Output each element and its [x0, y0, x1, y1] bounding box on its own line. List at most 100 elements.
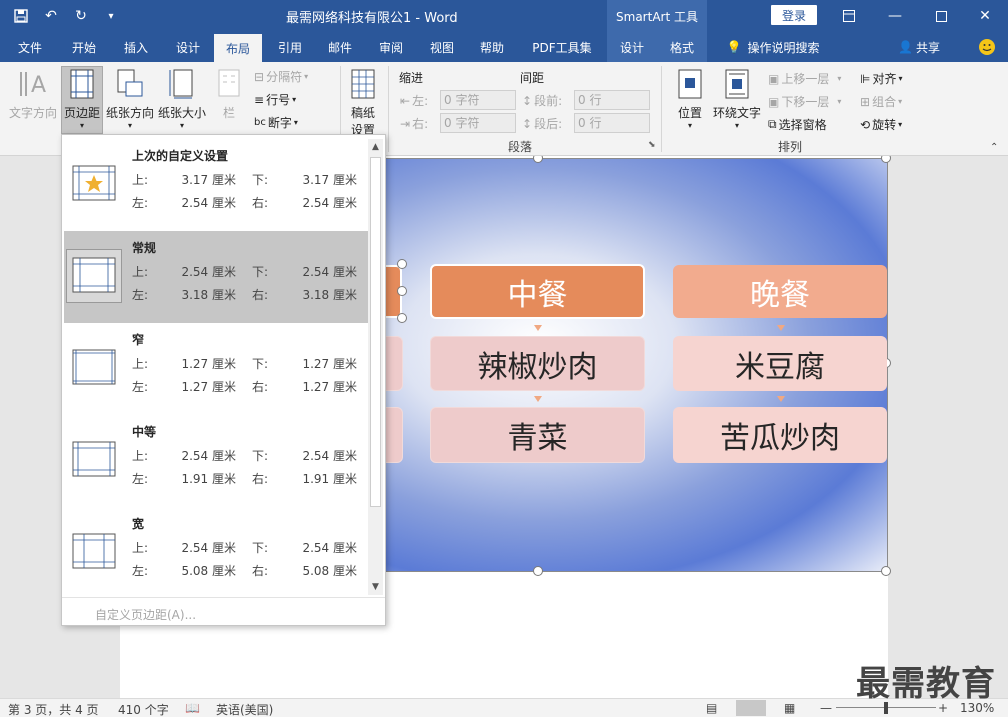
send-backward-button[interactable]: ▣ 下移一层 ▾ [768, 93, 841, 110]
tell-me-search[interactable]: 💡 操作说明搜索 [718, 32, 828, 62]
tab-view[interactable]: 视图 [418, 32, 466, 62]
group-separator [661, 66, 662, 152]
spacing-after-input[interactable]: 0 行 [574, 113, 650, 133]
collapse-ribbon-icon[interactable]: ⌃ [990, 142, 998, 153]
print-layout-icon[interactable] [736, 700, 766, 716]
indent-right-input[interactable]: 0 字符 [440, 113, 516, 133]
scroll-down-icon[interactable]: ▼ [370, 581, 381, 593]
page-count[interactable]: 第 3 页，共 4 页 [8, 701, 99, 717]
text-direction-button[interactable]: A 文字方向 [6, 68, 60, 121]
resize-handle[interactable] [881, 566, 891, 576]
read-mode-icon[interactable]: ▤ [706, 701, 717, 715]
spacing-before-input[interactable]: 0 行 [574, 90, 650, 110]
tab-smartart-format[interactable]: 格式 [660, 32, 704, 62]
share-button[interactable]: 👤 共享 [894, 32, 944, 62]
position-button[interactable]: 位置 ▾ [672, 68, 708, 130]
spacing-after-icon: ↕ [522, 116, 533, 131]
dinner-header-box[interactable]: 晚餐 [673, 265, 887, 318]
chevron-down-icon: ▾ [734, 121, 739, 130]
line-numbers-button[interactable]: ≡ 行号 ▾ [254, 91, 296, 108]
margin-option-moderate[interactable]: 中等 上: 2.54 厘米 下: 2.54 厘米 左: 1.91 厘米 右: 1… [64, 415, 369, 507]
margins-button[interactable]: 页边距 ▾ [61, 68, 103, 130]
down-arrow-icon [534, 325, 542, 331]
breaks-button[interactable]: ⊟ 分隔符 ▾ [254, 68, 308, 85]
size-button[interactable]: 纸张大小 ▾ [156, 68, 208, 130]
indent-right-icon: ⇥ [400, 116, 411, 131]
wrap-text-label: 环绕文字 [712, 106, 761, 120]
maximize-icon[interactable] [918, 0, 964, 32]
tab-insert[interactable]: 插入 [112, 32, 160, 62]
resize-handle[interactable] [533, 566, 543, 576]
group-button[interactable]: ⊞ 组合 ▾ [860, 93, 902, 110]
draft-paper-button[interactable]: 稿纸 设置 [344, 68, 382, 138]
close-icon[interactable]: ✕ [962, 0, 1008, 32]
lunch-header-box[interactable]: 中餐 [430, 264, 645, 319]
tab-file[interactable]: 文件 [8, 32, 52, 62]
scroll-up-icon[interactable]: ▲ [370, 141, 381, 153]
smiley-icon[interactable] [972, 32, 1002, 62]
selection-pane-button[interactable]: ⧉ 选择窗格 [768, 116, 827, 133]
word-count[interactable]: 410 个字 [118, 701, 169, 717]
resize-handle[interactable] [881, 156, 891, 163]
tab-review[interactable]: 审阅 [367, 32, 415, 62]
margin-option-title: 宽 [132, 517, 145, 531]
chevron-down-icon: ▾ [837, 97, 842, 106]
lunch-item-2[interactable]: 青菜 [430, 407, 645, 463]
tab-home[interactable]: 开始 [60, 32, 108, 62]
orientation-icon [117, 69, 143, 97]
lunch-item-1[interactable]: 辣椒炒肉 [430, 336, 645, 391]
indent-left-input[interactable]: 0 字符 [440, 90, 516, 110]
margin-top-value: 2.54 厘米 [181, 265, 236, 279]
margin-right-label: 右: [252, 380, 269, 394]
gallery-scrollbar[interactable]: ▲ ▼ [368, 139, 383, 595]
tab-references[interactable]: 引用 [266, 32, 314, 62]
tab-layout[interactable]: 布局 [214, 34, 262, 62]
normal-margin-icon [72, 257, 116, 293]
resize-handle[interactable] [397, 286, 407, 296]
margin-bottom-label: 下: [252, 541, 269, 555]
language-indicator[interactable]: 英语(美国) [216, 701, 273, 717]
dialog-launcher-icon[interactable]: ⬊ [648, 140, 656, 150]
margin-option-last-custom[interactable]: 上次的自定义设置 上: 3.17 厘米 下: 3.17 厘米 左: 2.54 厘… [64, 139, 369, 231]
tab-mailings[interactable]: 邮件 [316, 32, 364, 62]
margin-option-normal[interactable]: 常规 上: 2.54 厘米 下: 2.54 厘米 左: 3.18 厘米 右: 3… [64, 231, 369, 323]
margin-left-value: 1.27 厘米 [181, 380, 236, 394]
margin-option-narrow[interactable]: 窄 上: 1.27 厘米 下: 1.27 厘米 左: 1.27 厘米 右: 1.… [64, 323, 369, 415]
hyphenation-button[interactable]: bc 断字 ▾ [254, 114, 298, 131]
chevron-down-icon: ▾ [79, 121, 84, 130]
orientation-button[interactable]: 纸张方向 ▾ [104, 68, 156, 130]
tab-smartart-design[interactable]: 设计 [610, 32, 654, 62]
login-button[interactable]: 登录 [771, 5, 817, 25]
align-button[interactable]: ⊫ 对齐 ▾ [860, 70, 902, 87]
wrap-text-button[interactable]: 环绕文字 ▾ [710, 68, 764, 130]
bring-forward-button[interactable]: ▣ 上移一层 ▾ [768, 70, 841, 87]
text-direction-icon: A [20, 72, 46, 98]
ribbon-display-icon[interactable] [826, 0, 872, 32]
resize-handle[interactable] [397, 313, 407, 323]
rotate-button[interactable]: ⟲ 旋转 ▾ [860, 116, 902, 133]
zoom-out-icon[interactable]: — [820, 701, 832, 715]
proofing-icon[interactable]: 📖 [185, 701, 200, 715]
custom-margins-item[interactable]: 自定义页边距(A)... [62, 597, 385, 625]
save-icon[interactable] [8, 4, 34, 28]
scrollbar-thumb[interactable] [370, 157, 381, 507]
dinner-item-1[interactable]: 米豆腐 [673, 336, 887, 391]
dinner-item-2[interactable]: 苦瓜炒肉 [673, 407, 887, 463]
customize-icon[interactable]: ▾ [98, 4, 124, 28]
minimize-icon[interactable]: — [872, 0, 918, 32]
margin-right-label: 右: [252, 564, 269, 578]
tab-design[interactable]: 设计 [164, 32, 212, 62]
redo-icon[interactable]: ↻ [68, 4, 94, 28]
margin-option-wide[interactable]: 宽 上: 2.54 厘米 下: 2.54 厘米 左: 5.08 厘米 右: 5.… [64, 507, 369, 599]
margin-left-value: 1.91 厘米 [181, 472, 236, 486]
margin-right-value: 1.91 厘米 [302, 472, 357, 486]
undo-icon[interactable]: ↶ [38, 4, 64, 28]
web-layout-icon[interactable]: ▦ [784, 701, 795, 715]
resize-handle[interactable] [397, 259, 407, 269]
spacing-after-label: ↕ 段后: [522, 115, 562, 132]
margin-left-value: 2.54 厘米 [181, 196, 236, 210]
custom-margins-label: 自定义页边距(A)... [95, 608, 197, 622]
columns-button[interactable]: 栏 [214, 68, 244, 121]
tab-help[interactable]: 帮助 [468, 32, 516, 62]
tab-pdf-tools[interactable]: PDF工具集 [522, 32, 602, 62]
